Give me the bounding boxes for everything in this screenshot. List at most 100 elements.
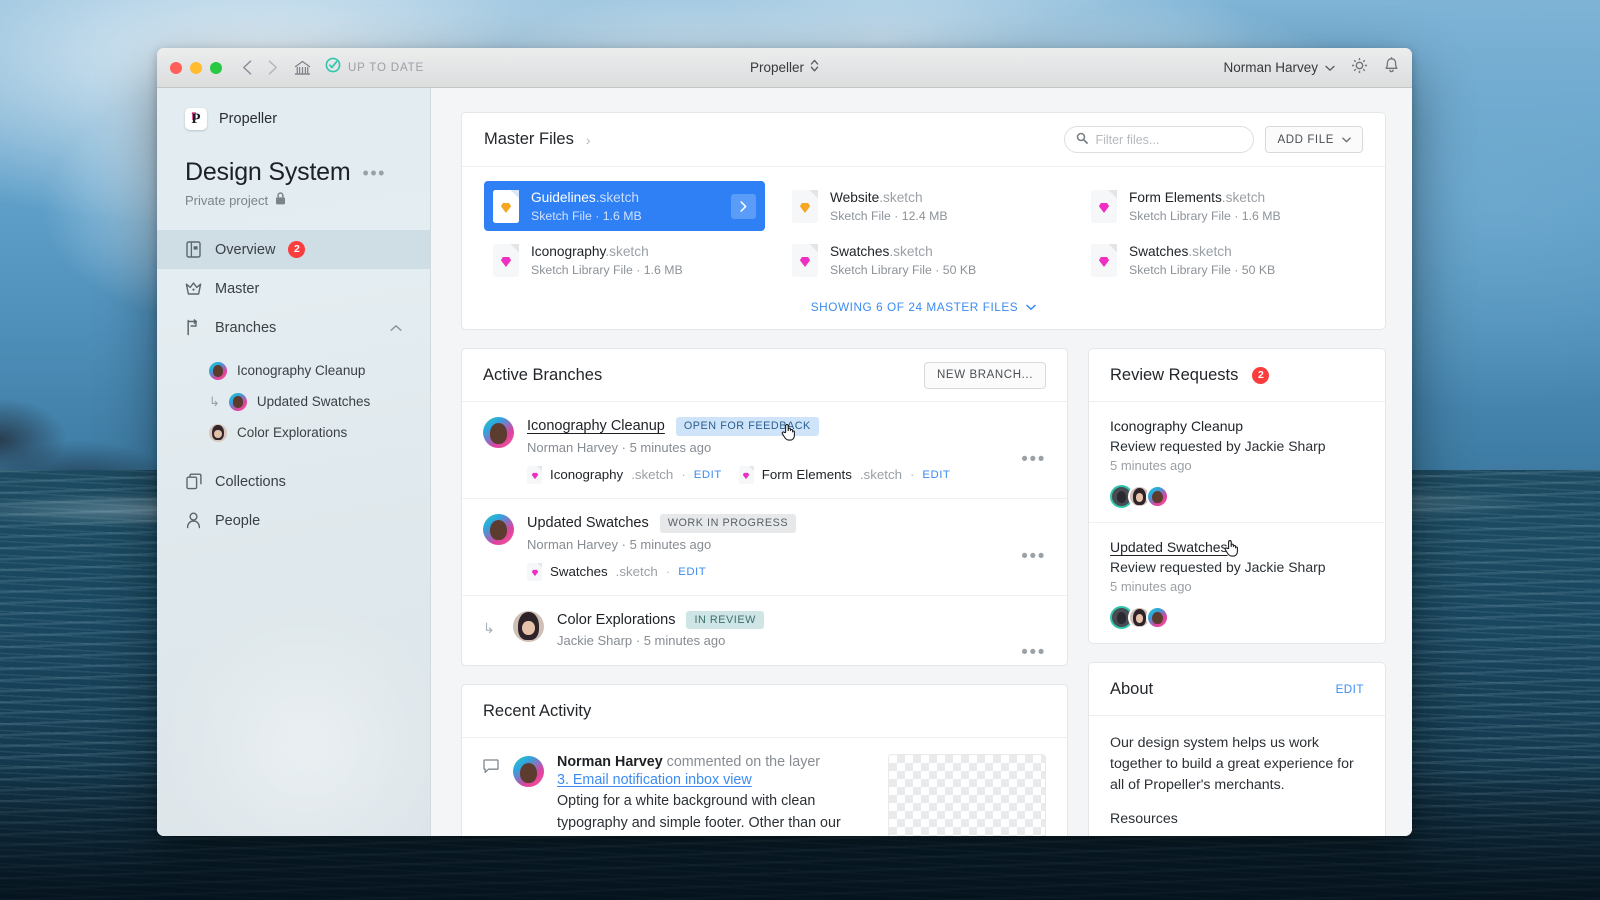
- review-request-time: 5 minutes ago: [1110, 579, 1192, 594]
- avatar: [1146, 606, 1169, 629]
- org-header[interactable]: P Propeller: [157, 88, 430, 130]
- show-more-master-files[interactable]: SHOWING 6 OF 24 MASTER FILES: [462, 285, 1385, 329]
- sketch-file-icon: [493, 189, 519, 223]
- titlebar-nav: [242, 60, 311, 76]
- activity-layer-link[interactable]: 3. Email notification inbox view: [557, 772, 875, 788]
- separator: ·: [909, 467, 915, 483]
- comment-icon: [483, 754, 500, 836]
- sidebar-item-master[interactable]: Master: [157, 269, 430, 308]
- activity-thumbnail[interactable]: [888, 754, 1046, 836]
- sidebar-item-overview[interactable]: Overview 2: [157, 230, 430, 269]
- master-files-card: Master Files › Filter files... ADD FILE …: [461, 112, 1386, 330]
- branch-name[interactable]: Color Explorations: [557, 612, 675, 628]
- branch-meta: Jackie Sharp · 5 minutes ago: [557, 633, 726, 649]
- branch-name[interactable]: Updated Swatches: [527, 515, 649, 531]
- app-body: P Propeller Design System ••• Private pr…: [157, 88, 1412, 836]
- nested-arrow-icon: ↳: [483, 619, 495, 636]
- review-requests-title: Review Requests: [1110, 365, 1239, 384]
- close-button[interactable]: [170, 61, 182, 74]
- sidebar-item-label: Overview: [215, 241, 276, 258]
- recent-activity-header: Recent Activity: [462, 685, 1067, 739]
- sidebar-branch-updated-swatches[interactable]: ↳ Updated Swatches: [157, 386, 430, 417]
- project-more-button[interactable]: •••: [363, 164, 386, 182]
- sketch-library-file-icon: [527, 465, 542, 484]
- master-files-title: Master Files: [484, 130, 574, 148]
- branch-row[interactable]: Updated Swatches WORK IN PROGRESS Norman…: [462, 499, 1067, 596]
- reviewer-avatars: [1110, 606, 1364, 629]
- forward-icon[interactable]: [268, 60, 278, 75]
- review-request-item[interactable]: Iconography Cleanup Review requested by …: [1089, 402, 1385, 523]
- main-content: Master Files › Filter files... ADD FILE …: [431, 88, 1412, 836]
- branch-more-button[interactable]: •••: [1021, 643, 1046, 662]
- search-icon: [1076, 131, 1089, 149]
- sidebar-item-branches[interactable]: Branches: [157, 308, 430, 347]
- bell-icon[interactable]: [1384, 56, 1399, 79]
- edit-link[interactable]: EDIT: [922, 469, 950, 481]
- window-controls: [170, 61, 222, 74]
- user-menu[interactable]: Norman Harvey: [1223, 60, 1335, 75]
- file-card[interactable]: Guidelines.sketch Sketch File · 1.6 MB: [484, 181, 765, 231]
- branch-meta: Norman Harvey · 5 minutes ago: [527, 439, 712, 455]
- back-icon[interactable]: [242, 60, 252, 75]
- new-branch-button[interactable]: NEW BRANCH...: [924, 361, 1046, 389]
- sketch-library-file-icon: [738, 465, 754, 484]
- file-card[interactable]: Form Elements.sketch Sketch Library File…: [1082, 181, 1363, 231]
- activity-item: Norman Harvey commented on the layer 3. …: [462, 738, 1067, 836]
- about-edit-button[interactable]: EDIT: [1336, 683, 1364, 696]
- chevron-down-icon: [1026, 300, 1036, 314]
- review-request-item[interactable]: Updated Swatches Review requested by Jac…: [1089, 523, 1385, 643]
- edit-link[interactable]: EDIT: [678, 566, 706, 578]
- review-request-title[interactable]: Updated Swatches: [1110, 539, 1364, 555]
- file-card[interactable]: Website.sketch Sketch File · 12.4 MB: [783, 181, 1064, 231]
- crown-icon: [185, 281, 202, 296]
- minimize-button[interactable]: [190, 61, 202, 74]
- sidebar-item-label: Collections: [215, 473, 286, 490]
- branch-file[interactable]: Iconography .sketch · EDIT: [527, 465, 722, 484]
- review-request-title[interactable]: Iconography Cleanup: [1110, 418, 1364, 434]
- sidebar-branch-color-explorations[interactable]: Color Explorations: [157, 417, 430, 448]
- file-card[interactable]: Swatches.sketch Sketch Library File · 50…: [1082, 235, 1363, 285]
- about-card: About EDIT Our design system helps us wo…: [1088, 662, 1386, 836]
- sidebar-branch-iconography-cleanup[interactable]: Iconography Cleanup: [157, 355, 430, 386]
- show-more-label: SHOWING 6 OF 24 MASTER FILES: [810, 300, 1019, 314]
- review-request-time: 5 minutes ago: [1110, 458, 1192, 473]
- nested-arrow-icon: ↳: [209, 393, 220, 409]
- recent-activity-title: Recent Activity: [483, 701, 592, 720]
- sidebar-item-collections[interactable]: Collections: [157, 462, 430, 501]
- chevron-down-icon: [1325, 60, 1335, 75]
- maximize-button[interactable]: [210, 61, 222, 74]
- sidebar-item-people[interactable]: People: [157, 501, 430, 540]
- search-input[interactable]: [1095, 132, 1243, 147]
- file-meta: Sketch File · 1.6 MB: [531, 209, 642, 223]
- avatar: [513, 610, 544, 642]
- chevron-right-icon[interactable]: ›: [586, 132, 591, 148]
- org-logo-letter: P: [191, 110, 201, 127]
- file-name: Form Elements.sketch: [1129, 190, 1266, 205]
- sidebar-item-label: Branches: [215, 319, 277, 336]
- titlebar-right: Norman Harvey: [1223, 56, 1399, 79]
- home-icon[interactable]: [294, 60, 311, 76]
- add-file-button[interactable]: ADD FILE: [1265, 126, 1363, 153]
- open-file-button[interactable]: [731, 193, 756, 219]
- filter-files-box[interactable]: [1064, 126, 1255, 153]
- branch-more-button[interactable]: •••: [1021, 547, 1046, 566]
- edit-link[interactable]: EDIT: [694, 469, 722, 481]
- branch-file[interactable]: Form Elements .sketch · EDIT: [738, 465, 951, 484]
- avatar: [513, 756, 544, 788]
- avatar: [209, 423, 227, 442]
- file-meta: Sketch File · 12.4 MB: [830, 209, 948, 223]
- file-card[interactable]: Swatches.sketch Sketch Library File · 50…: [783, 235, 1064, 285]
- branch-row[interactable]: Iconography Cleanup OPEN FOR FEEDBACK No…: [462, 402, 1067, 499]
- sidebar-item-label: Master: [215, 280, 260, 297]
- chevron-up-icon[interactable]: [390, 320, 402, 336]
- active-branches-card: Active Branches NEW BRANCH... Iconograph…: [461, 348, 1068, 667]
- gear-icon[interactable]: [1351, 57, 1368, 79]
- file-name: Guidelines.sketch: [531, 190, 640, 205]
- branch-row[interactable]: ↳ Color Explorations IN REVIEW Jackie Sh…: [462, 596, 1067, 666]
- branch-more-button[interactable]: •••: [1021, 450, 1046, 469]
- titlebar: UP TO DATE Propeller Norman Harvey: [157, 48, 1412, 88]
- file-card[interactable]: Iconography.sketch Sketch Library File ·…: [484, 235, 765, 285]
- updown-chevron-icon[interactable]: [810, 58, 819, 78]
- branch-name[interactable]: Iconography Cleanup: [527, 418, 665, 434]
- branch-file[interactable]: Swatches .sketch · EDIT: [527, 562, 706, 581]
